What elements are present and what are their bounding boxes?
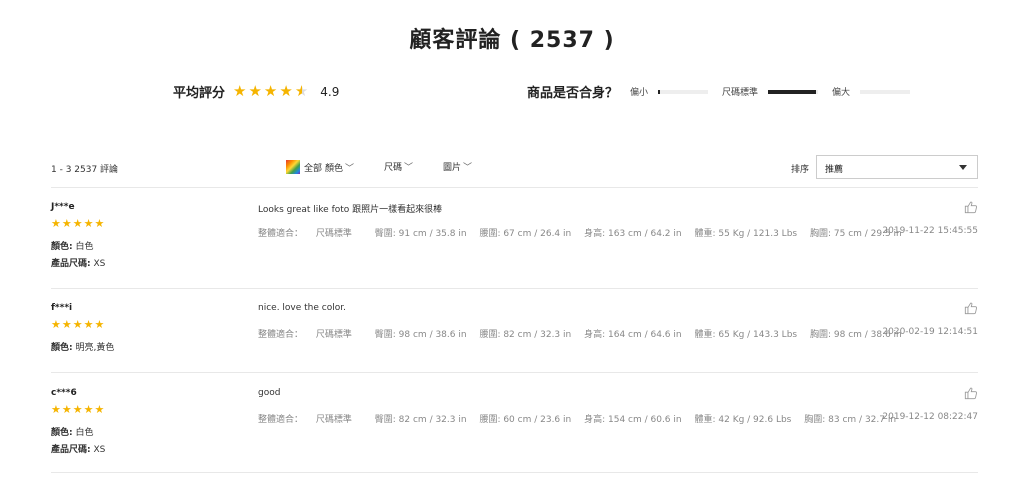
fit-bar-small — [658, 89, 709, 94]
review-date: 2019-12-12 08:22:47 — [882, 412, 978, 422]
reviewer-name: J***e — [51, 202, 75, 212]
star-icon: ★ — [72, 318, 83, 331]
chevron-down-icon: ﹀ — [345, 163, 355, 174]
caret-down-icon — [959, 165, 967, 170]
review-stars: ★ ★ ★ ★ ★ — [51, 218, 105, 229]
divider — [51, 187, 978, 188]
star-icon: ★ — [51, 217, 61, 230]
review-color: 顏色: 白色 — [51, 428, 94, 438]
review-comment: Looks great like foto 跟照片一樣看起來很棒 — [258, 205, 443, 215]
fit-question: 商品是否合身？ — [527, 86, 619, 101]
height: 身高: 154 cm / 60.6 in — [584, 415, 682, 425]
star-icon: ★ — [72, 403, 83, 416]
star-icon: ★ — [248, 82, 262, 100]
review-measurements: 整體適合： 尺碼標準 臀圍: 98 cm / 38.6 in 腰圍: 82 cm… — [258, 327, 912, 340]
star-icon: ★ — [94, 217, 105, 230]
height: 身高: 164 cm / 64.6 in — [584, 330, 682, 340]
thumbs-up-icon[interactable] — [964, 200, 978, 214]
weight: 體重: 65 Kg / 143.3 Lbs — [694, 330, 798, 340]
hips: 臀圍: 98 cm / 38.6 in — [374, 330, 467, 340]
average-rating: 平均評分 ★ ★ ★ ★ ★ 4.9 — [173, 82, 340, 102]
fit-option-true: 尺碼標準 — [722, 88, 759, 98]
rainbow-swatch-icon — [286, 160, 300, 174]
page-title: 顧客評論 ( 2537 ) — [409, 28, 615, 53]
waist: 腰圍: 67 cm / 26.4 in — [479, 229, 572, 239]
star-icon: ★ — [83, 217, 94, 230]
sort-label: 排序 — [791, 165, 810, 175]
review-item: c***6 ★ ★ ★ ★ ★ 顏色: 白色 產品尺碼: XS good 整體適合： 尺… — [51, 386, 978, 458]
waist: 腰圍: 60 cm / 23.6 in — [479, 415, 572, 425]
rating-summary: 平均評分 ★ ★ ★ ★ ★ 4.9 商品是否合身？ 偏小 尺碼標準 偏大 — [0, 82, 1024, 102]
reviewer-name: c***6 — [51, 388, 77, 398]
review-color: 顏色: 明亮,黃色 — [51, 343, 115, 353]
review-date: 2020-02-19 12:14:51 — [882, 327, 978, 337]
image-filter-label: 圖片 — [443, 163, 462, 173]
reviewer-name: f***i — [51, 303, 73, 313]
chevron-down-icon: ﹀ — [463, 163, 473, 173]
sort-select[interactable]: 推薦 — [816, 155, 978, 179]
waist: 腰圍: 82 cm / 32.3 in — [479, 330, 572, 340]
image-filter[interactable]: 圖片 ﹀ — [443, 160, 472, 173]
weight: 體重: 55 Kg / 121.3 Lbs — [694, 229, 798, 239]
fit-label: 整體適合： 尺碼標準 — [258, 330, 352, 340]
review-count: 1 - 3 2537 評論 — [51, 165, 119, 175]
star-icon: ★ — [94, 403, 105, 416]
review-stars: ★ ★ ★ ★ ★ — [51, 404, 105, 415]
size-filter-label: 尺碼 — [384, 163, 403, 173]
color-filter[interactable]: 全部 顏色 ﹀ — [286, 160, 354, 174]
thumbs-up-icon[interactable] — [964, 386, 978, 400]
fit-bar-large — [860, 89, 911, 94]
star-icon: ★ — [233, 82, 247, 100]
divider — [51, 372, 978, 373]
star-icon: ★ — [61, 318, 72, 331]
star-icon: ★ — [51, 318, 61, 331]
color-filter-label: 顏色 — [325, 163, 344, 174]
thumbs-up-icon[interactable] — [964, 301, 978, 315]
fit-bar-true — [768, 89, 819, 94]
sort-select-value: 推薦 — [825, 165, 844, 175]
star-icon: ★ — [94, 318, 105, 331]
fit-label: 整體適合： 尺碼標準 — [258, 415, 352, 425]
hips: 臀圍: 82 cm / 32.3 in — [374, 415, 467, 425]
star-icon: ★ — [61, 403, 72, 416]
star-icon: ★ — [83, 403, 94, 416]
divider — [51, 472, 978, 473]
fit-option-large: 偏大 — [832, 88, 851, 98]
review-date: 2019-11-22 15:45:55 — [882, 226, 978, 236]
review-measurements: 整體適合： 尺碼標準 臀圍: 82 cm / 32.3 in 腰圍: 60 cm… — [258, 412, 906, 425]
filter-bar: 1 - 3 2537 評論 全部 顏色 ﹀ 尺碼 ﹀ 圖片 ﹀ 排序 推薦 — [51, 155, 978, 181]
review-size: 產品尺碼: XS — [51, 445, 106, 455]
star-icon: ★ — [279, 82, 293, 100]
review-color: 顏色: 白色 — [51, 242, 94, 252]
chevron-down-icon: ﹀ — [404, 163, 414, 173]
review-stars: ★ ★ ★ ★ ★ — [51, 319, 105, 330]
half-star-icon: ★ — [294, 82, 309, 100]
review-measurements: 整體適合： 尺碼標準 臀圍: 91 cm / 35.8 in 腰圍: 67 cm… — [258, 226, 912, 239]
review-item: f***i ★ ★ ★ ★ ★ 顏色: 明亮,黃色 nice. love the col… — [51, 301, 978, 355]
star-icon: ★ — [263, 82, 278, 100]
star-icon: ★ — [72, 217, 83, 230]
fit-label: 整體適合： 尺碼標準 — [258, 229, 352, 239]
average-rating-value: 4.9 — [320, 84, 340, 99]
review-item: J***e ★ ★ ★ ★ ★ 顏色: 白色 產品尺碼: XS Looks great … — [51, 200, 978, 272]
star-icon: ★ — [83, 318, 94, 331]
fit-summary: 商品是否合身？ 偏小 尺碼標準 偏大 — [527, 82, 924, 101]
star-icon: ★ — [61, 217, 72, 230]
review-comment: nice. love the color. — [258, 303, 346, 313]
average-stars: ★ ★ ★ ★ ★ — [233, 84, 310, 99]
size-filter[interactable]: 尺碼 ﹀ — [384, 160, 413, 173]
divider — [51, 288, 978, 289]
color-filter-all: 全部 — [304, 163, 323, 174]
fit-option-small: 偏小 — [630, 88, 649, 98]
review-size: 產品尺碼: XS — [51, 259, 106, 269]
hips: 臀圍: 91 cm / 35.8 in — [374, 229, 467, 239]
height: 身高: 163 cm / 64.2 in — [584, 229, 682, 239]
average-rating-label: 平均評分 — [173, 86, 226, 101]
star-icon: ★ — [51, 403, 61, 416]
review-comment: good — [258, 388, 281, 398]
weight: 體重: 42 Kg / 92.6 Lbs — [694, 415, 792, 425]
